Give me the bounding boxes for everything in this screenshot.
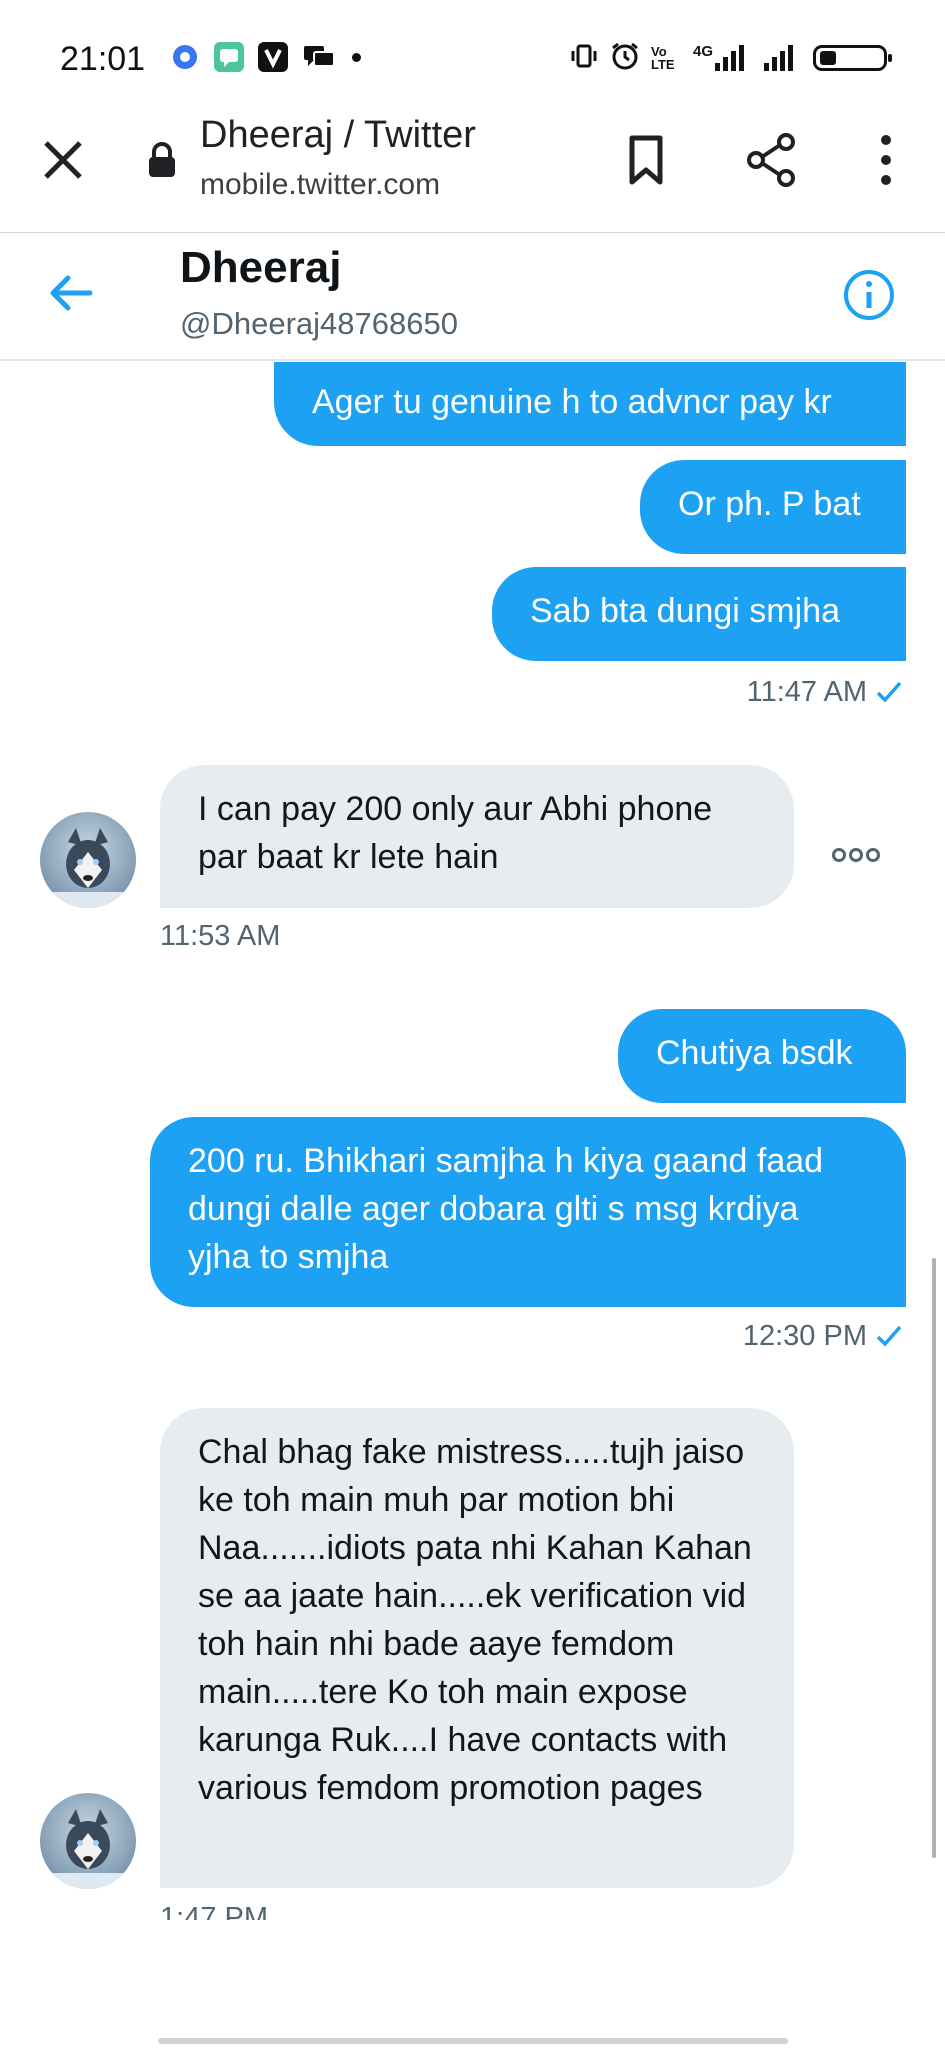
sent-message[interactable]: Ager tu genuine h to advncr pay kr bbox=[274, 362, 906, 446]
browser-page-title[interactable]: Dheeraj / Twitter bbox=[200, 114, 476, 157]
message-timestamp: 11:47 AM bbox=[747, 676, 903, 713]
bookmark-icon[interactable] bbox=[616, 130, 676, 190]
avatar[interactable] bbox=[40, 1793, 136, 1889]
received-message[interactable]: I can pay 200 only aur Abhi phone par ba… bbox=[160, 765, 794, 908]
lock-icon[interactable] bbox=[146, 141, 178, 184]
signal-strength-icon-2 bbox=[764, 45, 793, 71]
notification-dot bbox=[352, 53, 361, 62]
scrollbar[interactable] bbox=[932, 1258, 936, 1858]
message-timestamp: 1:47 PM bbox=[160, 1902, 268, 1920]
close-icon[interactable] bbox=[38, 135, 88, 185]
vibrate-icon bbox=[569, 41, 599, 76]
message-app-icon bbox=[302, 42, 335, 72]
status-time: 21:01 bbox=[60, 40, 146, 78]
volte-label: Vo LTE bbox=[650, 44, 675, 72]
sent-message[interactable]: 200 ru. Bhikhari samjha h kiya gaand faa… bbox=[150, 1117, 906, 1307]
status-bar: 21:01 Vo LTE 4G bbox=[0, 0, 945, 110]
read-check-icon bbox=[875, 1323, 903, 1357]
browser-url[interactable]: mobile.twitter.com bbox=[200, 168, 440, 202]
read-check-icon bbox=[875, 679, 903, 713]
alarm-icon bbox=[609, 40, 641, 77]
timestamp-clip: 1:47 PM bbox=[160, 1898, 460, 1920]
conversation-header: Dheeraj @Dheeraj48768650 bbox=[0, 233, 945, 361]
avatar[interactable] bbox=[40, 812, 136, 908]
message-more-icon[interactable] bbox=[830, 846, 882, 869]
battery-icon bbox=[813, 45, 892, 71]
timestamp-text: 11:47 AM bbox=[746, 676, 867, 708]
share-icon[interactable] bbox=[742, 130, 802, 190]
sent-message[interactable]: Or ph. P bat bbox=[640, 460, 906, 554]
message-timestamp: 11:53 AM bbox=[160, 920, 281, 952]
signal-strength-icon bbox=[715, 45, 744, 71]
chat-app-icon bbox=[214, 42, 244, 72]
timestamp-text: 12:30 PM bbox=[742, 1320, 867, 1352]
more-options-icon[interactable] bbox=[856, 130, 916, 190]
conversation-name: Dheeraj bbox=[180, 243, 342, 292]
status-right-icons: Vo LTE 4G bbox=[569, 40, 892, 77]
conversation-handle: @Dheeraj48768650 bbox=[180, 306, 458, 341]
sent-message[interactable]: Chutiya bsdk bbox=[618, 1009, 906, 1103]
signal-app-icon bbox=[170, 42, 200, 72]
v-app-icon bbox=[258, 42, 288, 72]
network-label: 4G bbox=[692, 42, 713, 60]
navigation-handle[interactable] bbox=[158, 2038, 788, 2044]
sent-message[interactable]: Sab bta dungi smjha bbox=[492, 567, 906, 661]
message-timestamp: 12:30 PM bbox=[743, 1320, 903, 1357]
browser-toolbar: Dheeraj / Twitter mobile.twitter.com bbox=[0, 110, 945, 234]
received-message[interactable]: Chal bhag fake mistress.....tujh jaiso k… bbox=[160, 1408, 794, 1888]
back-arrow-icon[interactable] bbox=[48, 273, 94, 318]
info-icon[interactable] bbox=[842, 268, 896, 327]
